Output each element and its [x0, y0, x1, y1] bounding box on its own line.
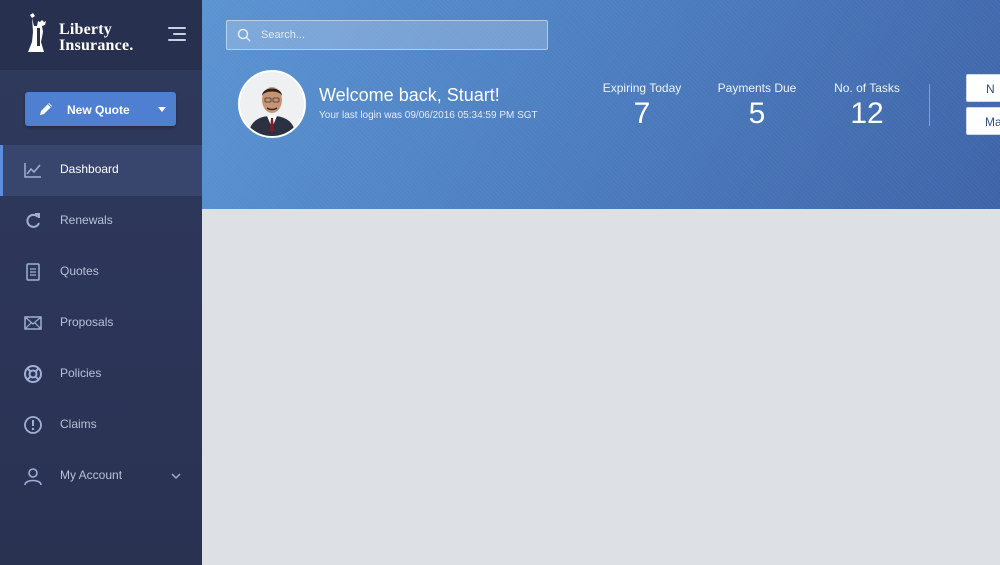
logo-area: Liberty Insurance. [0, 0, 202, 70]
stat-tasks[interactable]: No. of Tasks 12 [817, 81, 917, 131]
stat-payments-due[interactable]: Payments Due 5 [707, 81, 807, 131]
main-content [202, 209, 1000, 565]
sidebar-item-label: Policies [60, 366, 102, 380]
stat-value: 7 [633, 97, 651, 130]
header-button-2[interactable]: Ma [966, 107, 1000, 135]
sidebar-item-claims[interactable]: Claims [0, 400, 202, 451]
sidebar-item-quotes[interactable]: Quotes [0, 247, 202, 298]
welcome-message: Welcome back, Stuart! [319, 85, 500, 105]
sidebar-nav: Dashboard Renewals Quotes Proposals Poli… [0, 145, 202, 502]
header-divider [929, 84, 930, 126]
sidebar-item-proposals[interactable]: Proposals [0, 298, 202, 349]
sidebar-item-label: Dashboard [60, 162, 119, 176]
refresh-icon [26, 213, 40, 228]
pencil-icon [40, 103, 52, 115]
avatar[interactable] [238, 70, 306, 138]
search-icon [237, 28, 251, 42]
sidebar-item-label: Quotes [60, 264, 99, 278]
sidebar-item-my-account[interactable]: My Account [0, 451, 202, 502]
caret-down-icon[interactable] [158, 107, 166, 112]
sidebar-item-label: My Account [60, 468, 123, 482]
brand-line-1: Liberty [59, 21, 112, 38]
last-login-text: Your last login was 09/06/2016 05:34:59 … [319, 110, 538, 121]
search-input[interactable] [261, 26, 541, 44]
sidebar-item-policies[interactable]: Policies [0, 349, 202, 400]
stat-label: Expiring Today [602, 81, 682, 95]
brand-line-2: Insurance. [59, 37, 134, 54]
new-quote-area: New Quote [0, 70, 202, 145]
stat-label: No. of Tasks [834, 81, 900, 95]
sidebar: Liberty Insurance. New Quote Dashboard R… [0, 0, 202, 565]
chevron-down-icon[interactable] [170, 471, 182, 481]
sidebar-item-label: Renewals [60, 213, 113, 227]
header-button-1[interactable]: N [966, 74, 1000, 102]
user-photo [240, 72, 304, 136]
menu-line [168, 27, 186, 29]
brand-name: Liberty Insurance. [59, 22, 133, 54]
stat-value: 12 [850, 97, 884, 130]
sidebar-item-renewals[interactable]: Renewals [0, 196, 202, 247]
statue-of-liberty-icon [28, 13, 46, 52]
stat-value: 5 [748, 97, 766, 130]
new-quote-label: New Quote [67, 103, 130, 117]
stat-expiring-today[interactable]: Expiring Today 7 [592, 81, 692, 131]
menu-toggle-button[interactable] [168, 27, 186, 41]
document-icon [26, 263, 40, 281]
sidebar-item-label: Claims [60, 417, 97, 431]
lifebuoy-icon [24, 365, 42, 383]
brand-logo[interactable]: Liberty Insurance. [24, 12, 144, 58]
search-bar[interactable] [226, 20, 548, 50]
stat-label: Payments Due [717, 81, 797, 95]
envelope-icon [24, 316, 42, 330]
sidebar-item-label: Proposals [60, 315, 114, 329]
new-quote-button[interactable]: New Quote [25, 92, 176, 126]
sidebar-item-dashboard[interactable]: Dashboard [0, 145, 202, 196]
dashboard-header: Welcome back, Stuart! Your last login wa… [202, 0, 1000, 209]
chart-line-icon [24, 163, 41, 178]
alert-circle-icon [24, 416, 42, 434]
user-icon [24, 468, 42, 486]
menu-line [173, 33, 186, 35]
menu-line [168, 39, 186, 41]
